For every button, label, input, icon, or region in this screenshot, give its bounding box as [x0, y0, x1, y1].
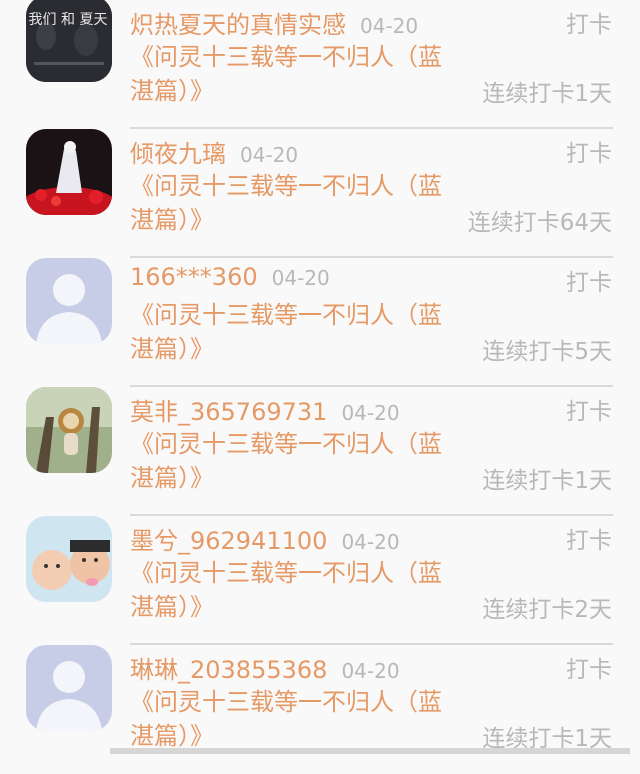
- streak-label: 连续打卡1天: [482, 81, 612, 107]
- tree-lion-avatar-icon: [26, 387, 112, 473]
- streak-label: 连续打卡5天: [482, 339, 612, 365]
- avatar[interactable]: [26, 129, 112, 215]
- checkin-label: 打卡: [566, 141, 612, 167]
- checkin-row[interactable]: 我们 和 夏天 炽热夏天的真情实感 04-20 《问灵十三载等一不归人（蓝湛篇）》…: [0, 0, 640, 129]
- checkin-label: 打卡: [566, 528, 612, 554]
- checkin-date: 04-20: [271, 266, 330, 290]
- book-title[interactable]: 《问灵十三载等一不归人（蓝湛篇）》: [130, 556, 460, 624]
- checkin-date: 04-20: [341, 659, 400, 683]
- checkin-label: 打卡: [566, 399, 612, 425]
- book-title[interactable]: 《问灵十三载等一不归人（蓝湛篇）》: [130, 169, 460, 237]
- checkin-row[interactable]: 166***360 04-20 《问灵十三载等一不归人（蓝湛篇）》 打卡 连续打卡…: [0, 258, 640, 387]
- children-photo-avatar-icon: [26, 516, 112, 602]
- dark-poster-avatar-icon: 我们 和 夏天: [26, 0, 112, 82]
- checkin-label: 打卡: [566, 12, 612, 38]
- avatar[interactable]: [26, 387, 112, 473]
- user-name[interactable]: 倾夜九璃 04-20: [130, 134, 298, 169]
- checkin-date: 04-20: [341, 530, 400, 554]
- checkin-row[interactable]: 倾夜九璃 04-20 《问灵十三载等一不归人（蓝湛篇）》 打卡 连续打卡64天: [0, 129, 640, 258]
- book-title[interactable]: 《问灵十三载等一不归人（蓝湛篇）》: [130, 427, 460, 495]
- red-flowers-avatar-icon: [26, 129, 112, 215]
- bottom-edge-bar: [110, 748, 630, 754]
- avatar[interactable]: 我们 和 夏天: [26, 0, 112, 82]
- book-title[interactable]: 《问灵十三载等一不归人（蓝湛篇）》: [130, 298, 460, 366]
- default-user-avatar-icon: [26, 645, 112, 731]
- avatar-poster-text: 我们 和 夏天: [29, 12, 108, 28]
- user-name[interactable]: 墨兮_962941100 04-20: [130, 521, 400, 556]
- streak-label: 连续打卡1天: [482, 468, 612, 494]
- streak-label: 连续打卡64天: [467, 210, 612, 236]
- checkin-date: 04-20: [240, 143, 299, 167]
- avatar[interactable]: [26, 258, 112, 344]
- checkin-label: 打卡: [566, 657, 612, 683]
- checkin-row[interactable]: 琳琳_203855368 04-20 《问灵十三载等一不归人（蓝湛篇）》 打卡 连…: [0, 645, 640, 774]
- book-title[interactable]: 《问灵十三载等一不归人（蓝湛篇）》: [130, 685, 460, 753]
- checkin-date: 04-20: [360, 14, 419, 38]
- checkin-row[interactable]: 墨兮_962941100 04-20 《问灵十三载等一不归人（蓝湛篇）》 打卡 连…: [0, 516, 640, 645]
- streak-label: 连续打卡2天: [482, 597, 612, 623]
- user-name[interactable]: 166***360 04-20: [130, 263, 330, 291]
- user-name[interactable]: 莫非_365769731 04-20: [130, 392, 400, 427]
- checkin-label: 打卡: [566, 270, 612, 296]
- book-title[interactable]: 《问灵十三载等一不归人（蓝湛篇）》: [130, 40, 460, 108]
- user-name[interactable]: 琳琳_203855368 04-20: [130, 650, 400, 685]
- checkin-date: 04-20: [341, 401, 400, 425]
- user-name[interactable]: 炽热夏天的真情实感 04-20: [130, 5, 418, 40]
- default-user-avatar-icon: [26, 258, 112, 344]
- checkin-row[interactable]: 莫非_365769731 04-20 《问灵十三载等一不归人（蓝湛篇）》 打卡 连…: [0, 387, 640, 516]
- avatar[interactable]: [26, 645, 112, 731]
- avatar[interactable]: [26, 516, 112, 602]
